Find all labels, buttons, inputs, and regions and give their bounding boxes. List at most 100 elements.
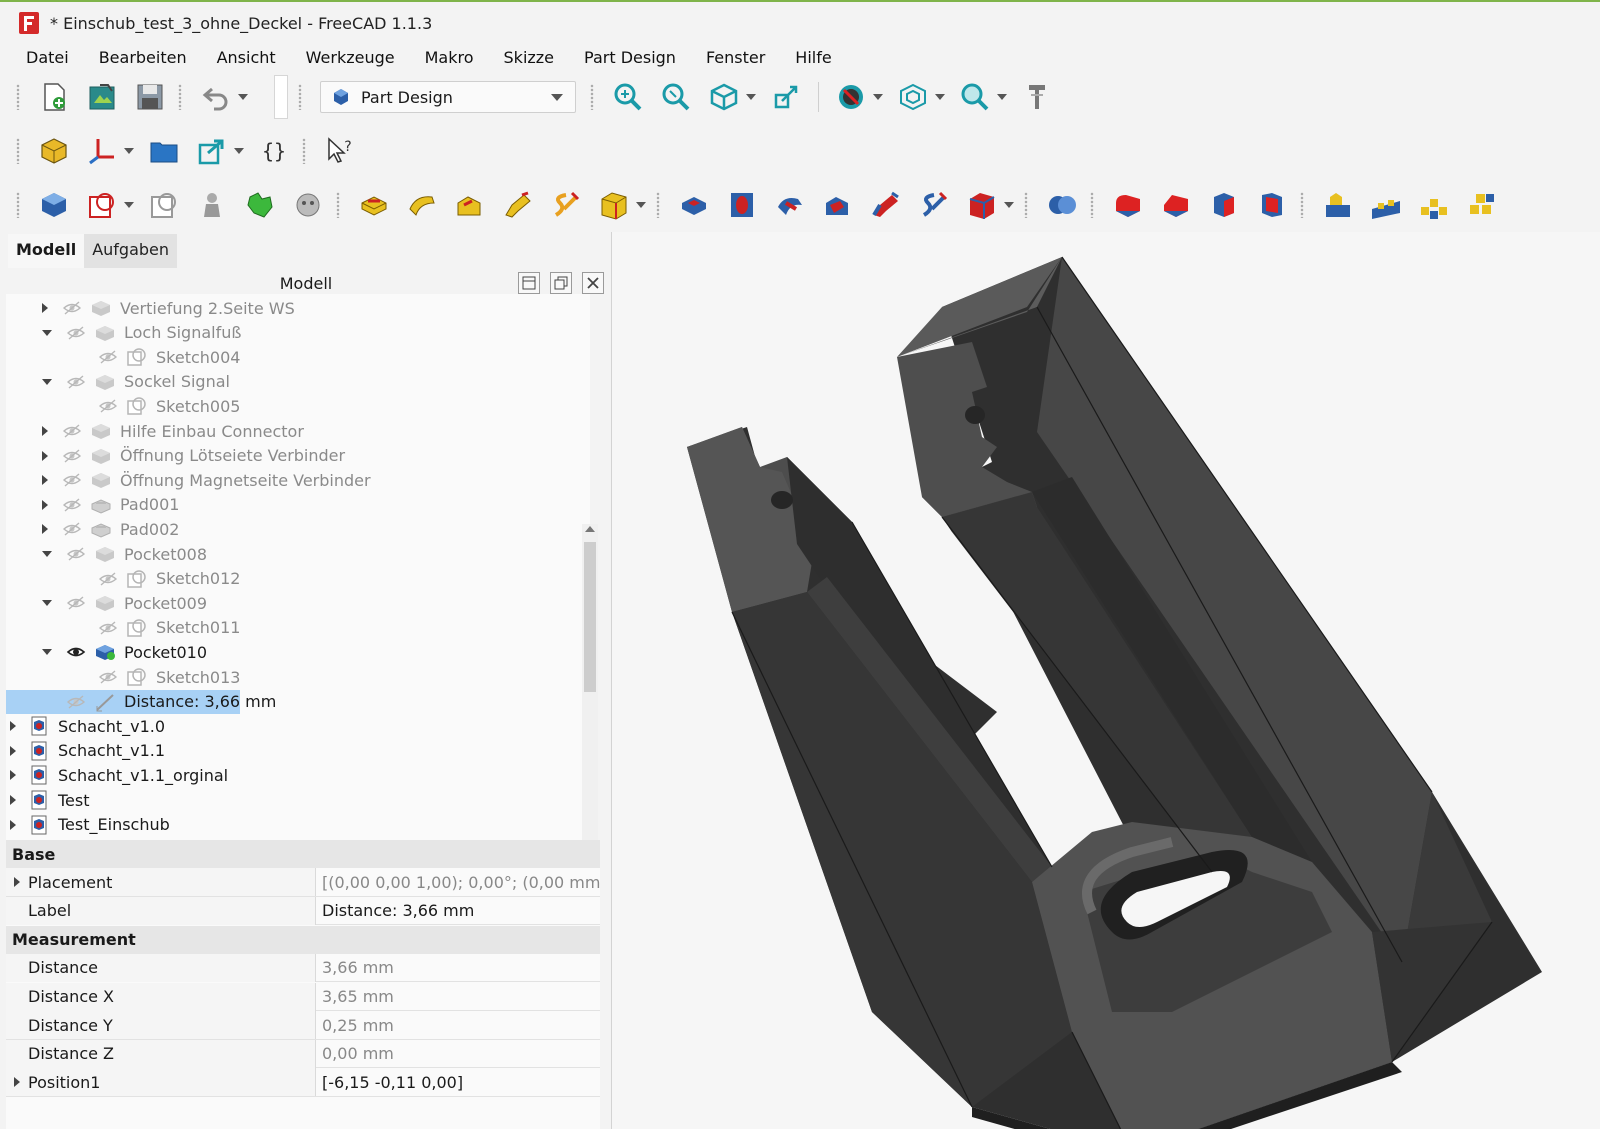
loft-button[interactable] — [451, 186, 489, 224]
eye-hidden-icon[interactable] — [62, 472, 82, 488]
zoom-dropdown-icon[interactable] — [997, 94, 1007, 100]
toolbar-grip[interactable] — [178, 84, 182, 110]
bounding-box-button[interactable] — [767, 78, 805, 116]
zoom-button[interactable] — [956, 78, 994, 116]
property-row[interactable]: Label Distance: 3,66 mm — [6, 896, 600, 926]
expand-arrow-icon[interactable] — [14, 1077, 20, 1088]
expand-arrow-icon[interactable] — [42, 450, 48, 461]
tab-aufgaben[interactable]: Aufgaben — [84, 234, 178, 268]
expand-arrow-icon[interactable] — [10, 721, 16, 732]
tree-item[interactable]: Öffnung Magnetseite Verbinder — [42, 468, 371, 492]
save-button[interactable] — [131, 78, 169, 116]
toolbar-grip[interactable] — [1024, 192, 1028, 218]
toolbar-grip[interactable] — [336, 192, 340, 218]
eye-hidden-icon[interactable] — [66, 325, 86, 341]
eye-hidden-icon[interactable] — [62, 300, 82, 316]
property-group-header[interactable]: Measurement — [6, 925, 600, 954]
menu-skizze[interactable]: Skizze — [492, 48, 567, 67]
tree-item[interactable]: Schacht_v1.1 — [10, 739, 165, 763]
tree-item[interactable]: Test_Einschub — [10, 813, 170, 837]
property-row[interactable]: Distance Z 0,00 mm — [6, 1039, 600, 1069]
collapse-arrow-icon[interactable] — [42, 551, 52, 557]
toolbar-grip[interactable] — [590, 84, 594, 110]
3d-viewport[interactable] — [612, 232, 1600, 1129]
tree-item[interactable]: Pocket009 — [42, 591, 207, 615]
eye-hidden-icon[interactable] — [66, 374, 86, 390]
menu-hilfe[interactable]: Hilfe — [783, 48, 843, 67]
subtractive-dropdown-icon[interactable] — [1004, 202, 1014, 208]
create-sketch-button[interactable] — [83, 186, 121, 224]
expand-arrow-icon[interactable] — [42, 303, 48, 313]
validate-sketch-button[interactable] — [145, 186, 183, 224]
additive-dropdown-icon[interactable] — [636, 202, 646, 208]
tree-item[interactable]: Öffnung Lötseiete Verbinder — [42, 444, 345, 468]
draw-style-dropdown-icon[interactable] — [873, 94, 883, 100]
tree-item[interactable]: Pad001 — [42, 493, 179, 517]
eye-hidden-icon[interactable] — [62, 448, 82, 464]
shape-binder-button[interactable] — [241, 186, 279, 224]
create-variable-set-button[interactable]: {} — [255, 132, 293, 170]
property-row[interactable]: Position1 [-6,15 -0,11 0,00] — [6, 1068, 600, 1097]
collapse-arrow-icon[interactable] — [42, 378, 52, 385]
tree-item[interactable]: Pad002 — [42, 517, 179, 541]
create-group-button[interactable] — [145, 132, 183, 170]
eye-hidden-icon[interactable] — [66, 595, 86, 611]
toolbar-grip[interactable] — [16, 138, 20, 164]
undo-button[interactable] — [197, 78, 235, 116]
subtractive-helix-button[interactable] — [915, 186, 953, 224]
views-dropdown-icon[interactable] — [746, 94, 756, 100]
eye-hidden-icon[interactable] — [98, 349, 118, 365]
clone-button[interactable] — [193, 186, 231, 224]
expand-arrow-icon[interactable] — [42, 499, 48, 510]
fit-selection-button[interactable] — [657, 78, 695, 116]
toolbar-grip[interactable] — [16, 192, 20, 218]
eye-hidden-icon[interactable] — [62, 521, 82, 537]
hole-button[interactable] — [723, 186, 761, 224]
draft-button[interactable] — [1205, 186, 1243, 224]
fillet-button[interactable] — [1109, 186, 1147, 224]
expand-arrow-icon[interactable] — [10, 745, 16, 756]
menu-bearbeiten[interactable]: Bearbeiten — [87, 48, 199, 67]
tree-item[interactable]: Hilfe Einbau Connector — [42, 419, 304, 443]
eye-hidden-icon[interactable] — [98, 669, 118, 685]
eye-hidden-icon[interactable] — [98, 571, 118, 587]
multi-transform-button[interactable] — [1463, 186, 1501, 224]
link-dropdown-icon[interactable] — [234, 148, 244, 154]
polar-pattern-button[interactable] — [1415, 186, 1453, 224]
tree-item[interactable]: Vertiefung 2.Seite WS — [42, 296, 295, 320]
expand-arrow-icon[interactable] — [10, 770, 16, 781]
create-link-button[interactable] — [193, 132, 231, 170]
expand-arrow-icon[interactable] — [42, 475, 48, 486]
eye-visible-icon[interactable] — [66, 644, 86, 660]
create-datum-button[interactable] — [83, 132, 121, 170]
open-document-button[interactable] — [83, 78, 121, 116]
collapse-arrow-icon[interactable] — [42, 329, 52, 336]
tree-item[interactable]: Loch Signalfuß — [42, 321, 241, 345]
pocket-button[interactable] — [675, 186, 713, 224]
collapse-arrow-icon[interactable] — [42, 600, 52, 607]
eye-hidden-icon[interactable] — [62, 423, 82, 439]
create-body-button[interactable] — [35, 186, 73, 224]
pipe-button[interactable] — [499, 186, 537, 224]
scroll-up-icon[interactable] — [585, 526, 595, 532]
close-panel-button[interactable] — [582, 272, 604, 294]
stereo-button[interactable] — [894, 78, 932, 116]
measure-button[interactable] — [1018, 78, 1056, 116]
expand-arrow-icon[interactable] — [10, 819, 16, 830]
pad-button[interactable] — [355, 186, 393, 224]
menu-werkzeuge[interactable]: Werkzeuge — [294, 48, 407, 67]
sub-shape-binder-button[interactable] — [289, 186, 327, 224]
expand-arrow-icon[interactable] — [10, 795, 16, 805]
boolean-button[interactable] — [1043, 186, 1081, 224]
menu-ansicht[interactable]: Ansicht — [205, 48, 288, 67]
property-value[interactable]: Distance: 3,66 mm — [316, 901, 600, 920]
toolbar-grip[interactable] — [656, 192, 660, 218]
linear-pattern-button[interactable] — [1367, 186, 1405, 224]
toolbar-grip[interactable] — [1300, 192, 1304, 218]
tree-item[interactable]: Test — [10, 788, 90, 812]
groove-button[interactable] — [771, 186, 809, 224]
chamfer-button[interactable] — [1157, 186, 1195, 224]
scrollbar-thumb[interactable] — [584, 542, 596, 692]
tab-modell[interactable]: Modell — [8, 234, 85, 268]
eye-hidden-icon[interactable] — [66, 694, 86, 710]
